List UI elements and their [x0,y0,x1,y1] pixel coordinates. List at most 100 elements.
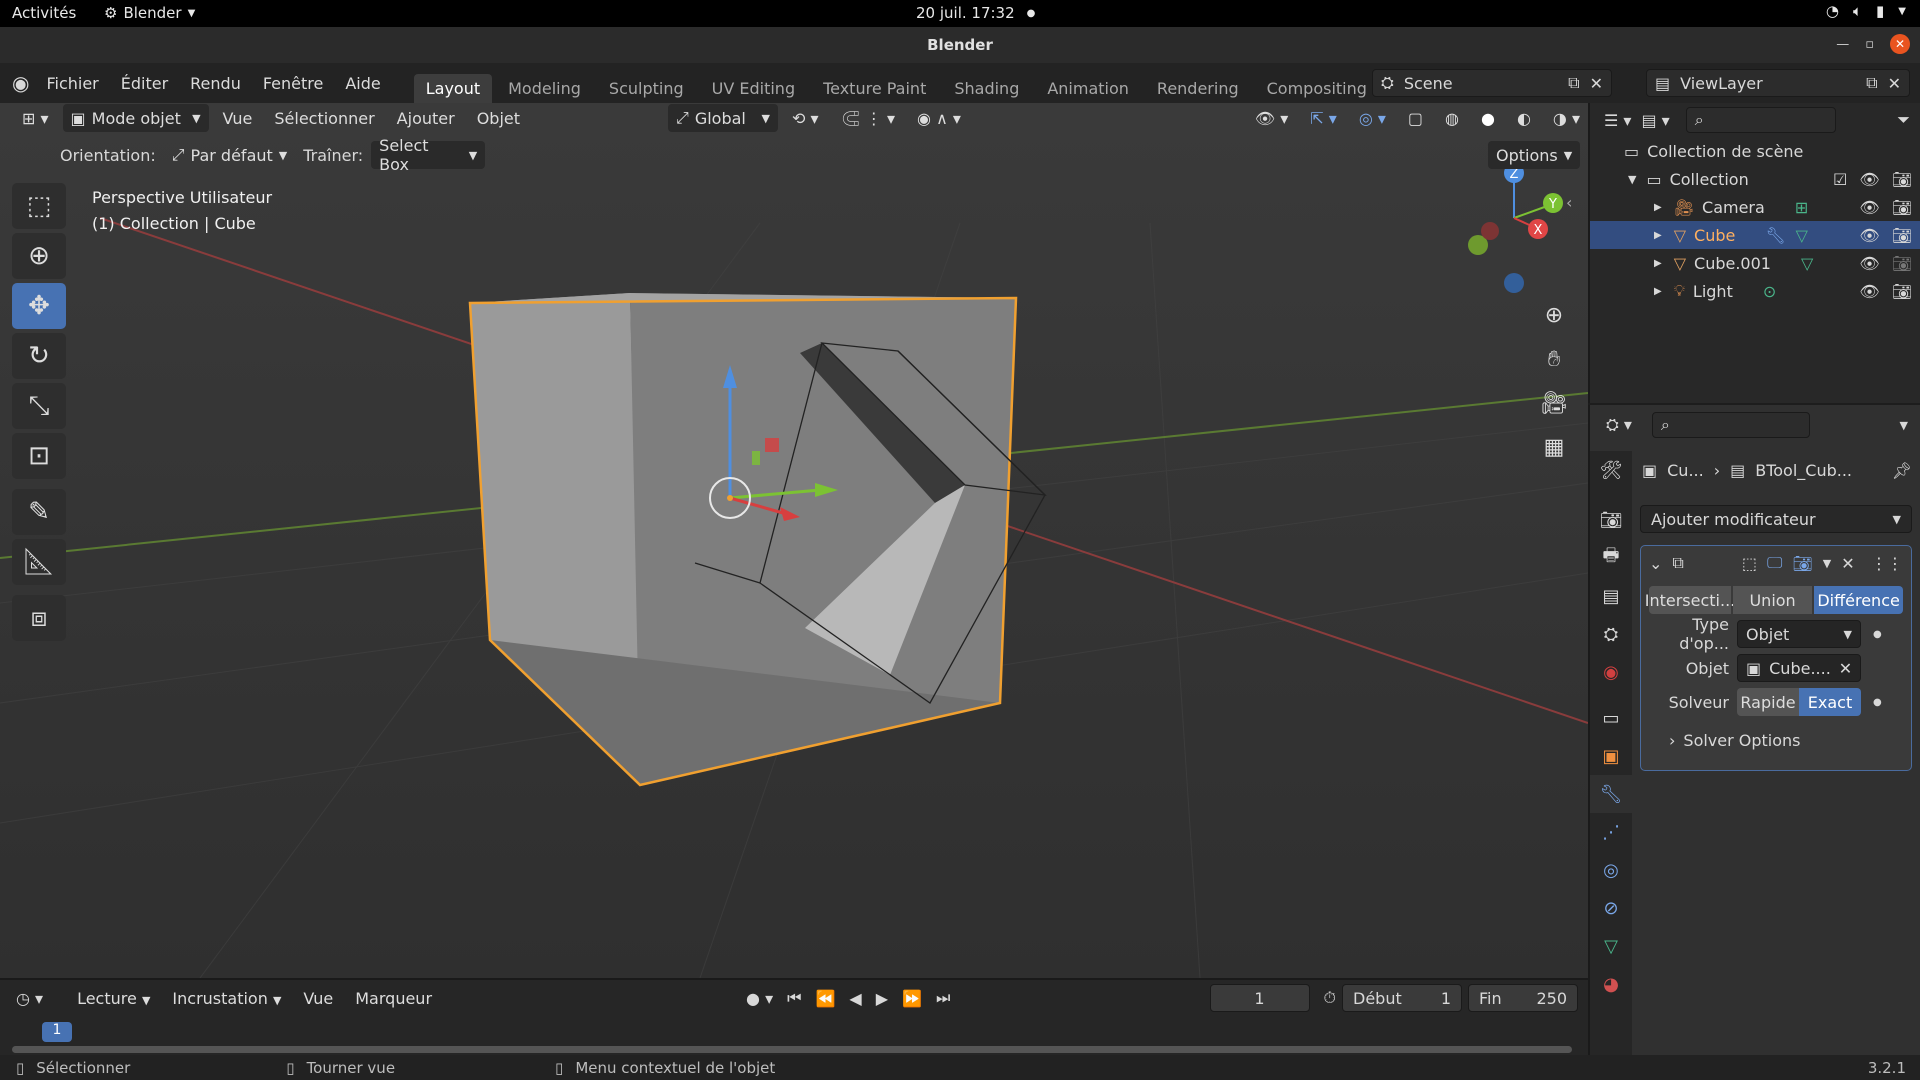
render-camera-icon[interactable]: 📷︎ [1892,170,1912,189]
solver-exact-button[interactable]: Exact [1799,688,1861,716]
material-tab-icon[interactable]: ◕ [1590,965,1632,1003]
eye-icon[interactable]: 👁︎ [1859,170,1879,189]
outliner-editor-icon[interactable]: ☰ ▾ [1604,111,1631,130]
remove-viewlayer-icon[interactable]: ✕ [1888,74,1901,93]
expand-arrow-icon[interactable]: ▶ [1654,286,1662,297]
playhead[interactable]: 1 [42,1022,72,1042]
expand-arrow-icon[interactable]: ▼ [1628,173,1636,186]
next-keyframe-icon[interactable]: ⏩ [902,989,922,1008]
3d-viewport[interactable]: Z Y X ⊞ ▾ ▣ Mode objet ▼ Vue Sélectionne… [0,103,1588,978]
menu-rendu[interactable]: Rendu [179,74,252,93]
move-tool-icon[interactable]: ✥ [12,283,66,329]
rendered-shading-icon[interactable]: ◑ ▾ [1545,109,1588,128]
object-tab-icon[interactable]: ▣ [1590,737,1632,775]
wireframe-shading-icon[interactable]: ◍ [1437,109,1467,128]
menu-incrustation[interactable]: Incrustation ▼ [164,989,289,1008]
nav-axis-y[interactable]: Y [1548,197,1557,212]
render-toggle-icon[interactable]: 📷︎ [1792,554,1812,573]
start-frame-input[interactable]: Début 1 [1342,984,1462,1012]
menu-ajouter[interactable]: Ajouter [389,109,463,128]
transform-tool-icon[interactable]: ⊡ [12,433,66,479]
menu-fichier[interactable]: Fichier [35,74,109,93]
outliner-item-camera[interactable]: ▶ 🎥︎ Camera ⊞ 👁︎ 📷︎ [1590,193,1920,221]
timeline-editor-icon[interactable]: ◷ ▾ [16,989,43,1008]
rotate-tool-icon[interactable]: ↻ [12,333,66,379]
ortho-grid-icon[interactable]: ▦ [1534,427,1574,467]
app-menu[interactable]: ⚙ Blender ▼ [104,4,195,22]
pin-icon[interactable]: 📌︎ [1892,461,1912,480]
remove-scene-icon[interactable]: ✕ [1590,74,1603,93]
solver-options-subpanel[interactable]: › Solver Options [1641,726,1911,754]
tool-tab-icon[interactable]: 🛠︎ [1590,451,1632,489]
prev-keyframe-icon[interactable]: ⏪ [816,989,836,1008]
activities-button[interactable]: Activités [12,4,76,22]
sidebar-toggle-icon[interactable]: ‹ [1566,193,1572,212]
data-tab-icon[interactable]: ▽ [1590,927,1632,965]
menu-selectionner[interactable]: Sélectionner [266,109,382,128]
gizmo-icon[interactable]: ⇱ ▾ [1302,109,1345,128]
tab-uv-editing[interactable]: UV Editing [700,74,807,103]
new-viewlayer-icon[interactable]: ⧉ [1866,73,1877,93]
tab-rendering[interactable]: Rendering [1145,74,1251,103]
menu-vue[interactable]: Vue [215,109,261,128]
solid-shading-icon[interactable]: ● [1473,109,1503,128]
menu-vue[interactable]: Vue [295,989,341,1008]
eye-icon[interactable]: 👁︎ [1859,254,1879,273]
outliner-item-light[interactable]: ▶ 💡︎ Light ⊙ 👁︎ 📷︎ [1590,277,1920,305]
expand-arrow-icon[interactable]: ▶ [1654,258,1662,269]
constraints-tab-icon[interactable]: ⊘ [1590,889,1632,927]
properties-editor-icon[interactable]: ⛭ ▾ [1606,415,1632,435]
timeline-ruler[interactable]: 1 20 40 60 80 100 120 140 160 180 200 22… [0,1016,1588,1078]
viewlayer-selector[interactable]: ▤ ViewLayer ⧉ ✕ [1646,69,1910,97]
select-box-tool-icon[interactable]: ⬚ [12,183,66,229]
render-tab-icon[interactable]: 📷︎ [1590,501,1632,539]
menu-aide[interactable]: Aide [334,74,391,93]
outliner-item-cube-001[interactable]: ▶ ▽ Cube.001 ▽ 👁︎ 📷︎ [1590,249,1920,277]
maximize-icon[interactable]: ▫ [1865,37,1874,52]
blender-logo-icon[interactable]: ◉ [12,71,29,95]
options-button[interactable]: Options ▼ [1488,141,1581,169]
pan-hand-icon[interactable]: ✋︎ [1534,339,1574,379]
world-tab-icon[interactable]: ◉ [1590,653,1632,691]
display-mode-icon[interactable]: ▤ ▾ [1641,111,1669,130]
render-camera-off-icon[interactable]: 📷︎ [1892,254,1912,273]
menu-lecture[interactable]: Lecture ▼ [69,989,158,1008]
tab-modeling[interactable]: Modeling [496,74,593,103]
pivot-point-icon[interactable]: ⟲ ▾ [784,109,827,128]
op-union-button[interactable]: Union [1733,586,1813,614]
tab-compositing[interactable]: Compositing [1255,74,1379,103]
scene-tab-icon[interactable]: ⛭ [1590,615,1632,653]
tab-animation[interactable]: Animation [1035,74,1141,103]
tab-sculpting[interactable]: Sculpting [597,74,696,103]
checkbox-icon[interactable]: ☑ [1833,170,1847,189]
scale-tool-icon[interactable]: ⤡ [12,383,66,429]
viewport-toggle-icon[interactable]: 🖵︎ [1767,553,1782,573]
cursor-tool-icon[interactable]: ⊕ [12,233,66,279]
physics-tab-icon[interactable]: ◎ [1590,851,1632,889]
keyframe-dot-icon[interactable]: ● [1873,697,1882,708]
clear-field-icon[interactable]: ✕ [1839,659,1852,678]
expand-arrow-icon[interactable]: ▶ [1654,230,1662,241]
material-shading-icon[interactable]: ◐ [1509,109,1539,128]
close-icon[interactable]: ✕ [1890,34,1910,54]
outliner-search-input[interactable]: ⌕ [1685,107,1836,133]
add-cube-tool-icon[interactable]: ⧈ [12,595,66,641]
remove-modifier-icon[interactable]: ✕ [1841,554,1854,573]
zoom-icon[interactable]: ⊕ [1534,295,1574,335]
jump-start-icon[interactable]: ⏮ [787,988,801,1008]
eye-icon[interactable]: 👁︎ [1859,282,1879,301]
timeline-scrollbar[interactable] [12,1046,1572,1053]
modifier-tab-icon[interactable]: 🔧︎ [1590,775,1632,813]
output-tab-icon[interactable]: 🖶︎ [1590,539,1632,577]
add-modifier-button[interactable]: Ajouter modificateur ▼ [1640,505,1912,533]
menu-objet[interactable]: Objet [469,109,528,128]
orientation-setting-selector[interactable]: ⤢ Par défaut ▼ [164,141,296,169]
camera-view-icon[interactable]: 🎥︎ [1534,383,1574,423]
render-camera-icon[interactable]: 📷︎ [1892,282,1912,301]
menu-fenetre[interactable]: Fenêtre [252,74,335,93]
tab-shading[interactable]: Shading [942,74,1031,103]
menu-marqueur[interactable]: Marqueur [347,989,440,1008]
collapse-arrow-icon[interactable]: ⌄ [1649,554,1662,573]
tab-layout[interactable]: Layout [413,74,493,103]
outliner-scene-collection[interactable]: ▭ Collection de scène [1590,137,1920,165]
